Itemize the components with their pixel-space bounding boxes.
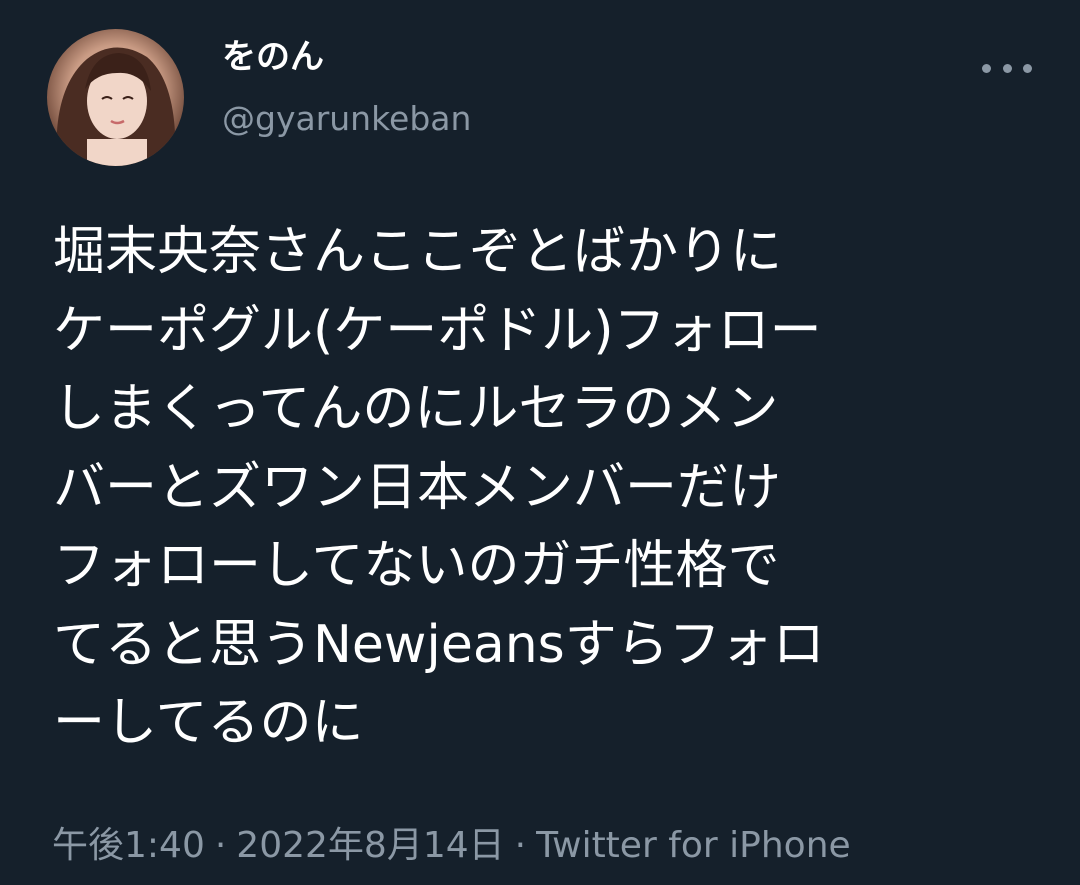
- user-handle[interactable]: @gyarunkeban: [222, 102, 471, 135]
- tweet-text: 堀末央奈さんここぞとばかりに ケーポグル(ケーポドル)フォロー しまくってんのに…: [53, 222, 825, 753]
- more-options-button[interactable]: [982, 58, 1032, 78]
- avatar-image: [56, 47, 176, 166]
- tweet-time[interactable]: 午後1:40: [52, 825, 205, 866]
- more-dot: [1002, 63, 1012, 73]
- tweet-date[interactable]: 2022年8月14日: [236, 825, 504, 866]
- more-dot: [1023, 63, 1032, 73]
- meta-separator: ·: [214, 825, 227, 866]
- avatar[interactable]: [47, 29, 184, 166]
- more-dot: [982, 63, 991, 73]
- display-name[interactable]: をのん: [222, 40, 324, 74]
- tweet-metadata: 午後1:40 · 2022年8月14日 · Twitter for iPhone: [52, 828, 851, 864]
- meta-separator: ·: [514, 825, 527, 866]
- tweet-source[interactable]: Twitter for iPhone: [536, 825, 851, 866]
